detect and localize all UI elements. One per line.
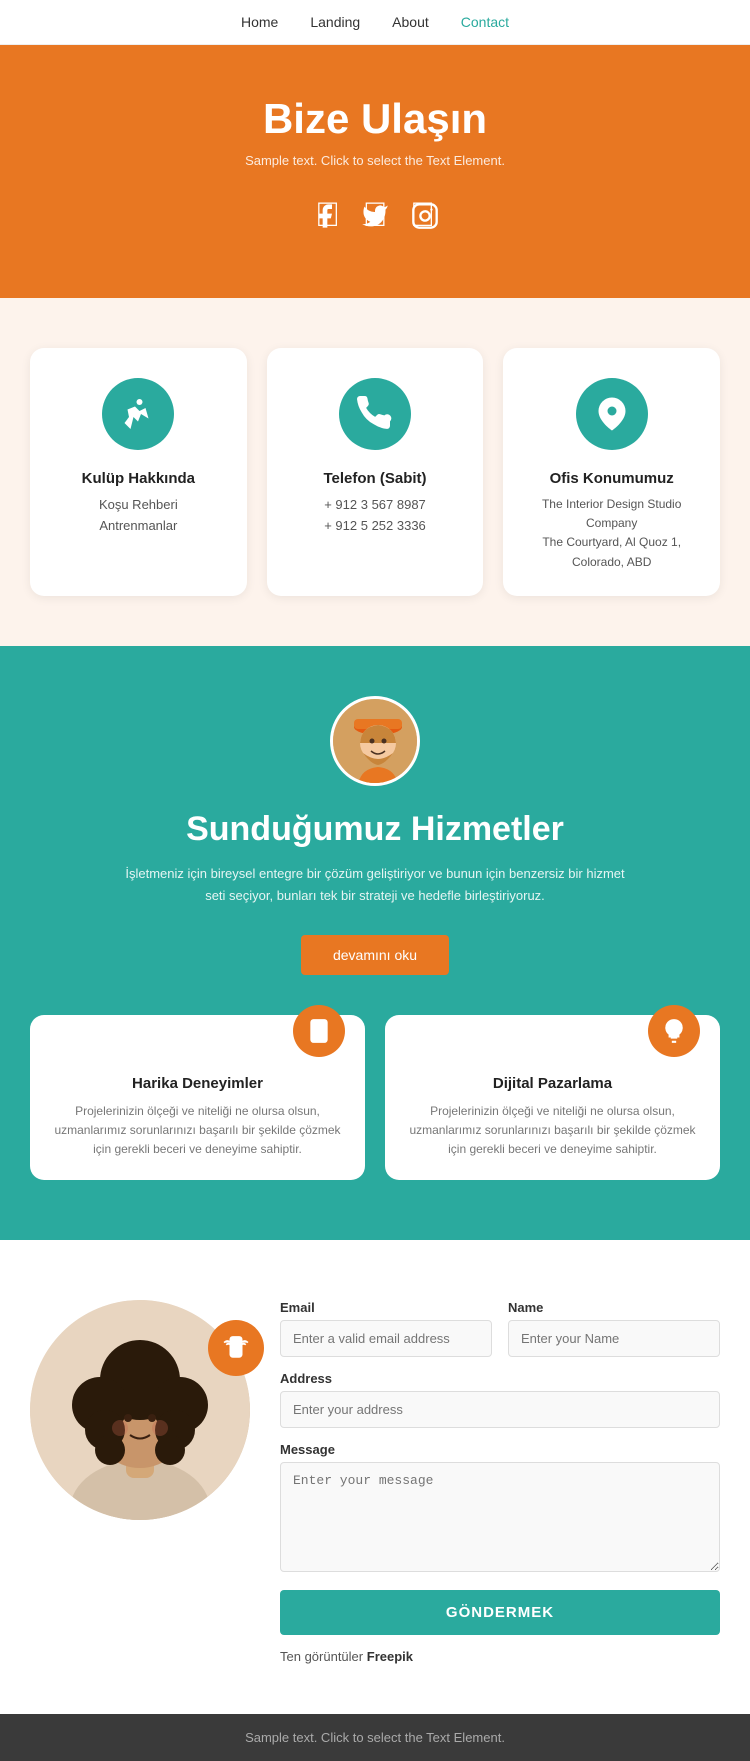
address-group: Address bbox=[280, 1371, 720, 1428]
nav-contact[interactable]: Contact bbox=[461, 14, 509, 30]
hero-section: Bize Ulaşın Sample text. Click to select… bbox=[0, 45, 750, 298]
message-group: Message bbox=[280, 1442, 720, 1572]
card-phone-line1: + 912 3 567 8987 bbox=[287, 495, 464, 516]
submit-button[interactable]: GÖNDERMEK bbox=[280, 1590, 720, 1635]
runner-icon-circle bbox=[102, 378, 174, 450]
card-club: Kulüp Hakkında Koşu Rehberi Antrenmanlar bbox=[30, 348, 247, 596]
services-avatar bbox=[330, 696, 420, 786]
card-club-title: Kulüp Hakkında bbox=[50, 470, 227, 487]
message-label: Message bbox=[280, 1442, 720, 1457]
phone-badge bbox=[208, 1320, 264, 1376]
service-card-2-title: Dijital Pazarlama bbox=[405, 1075, 700, 1092]
address-input[interactable] bbox=[280, 1391, 720, 1428]
card-location: Ofis Konumumuz The Interior Design Studi… bbox=[503, 348, 720, 596]
navbar: Home Landing About Contact bbox=[0, 0, 750, 45]
card-phone-title: Telefon (Sabit) bbox=[287, 470, 464, 487]
services-section: Sunduğumuz Hizmetler İşletmeniz için bir… bbox=[0, 646, 750, 1240]
phone-badge-icon bbox=[223, 1335, 249, 1361]
contact-left bbox=[30, 1300, 250, 1525]
hero-subtitle: Sample text. Click to select the Text El… bbox=[20, 153, 730, 168]
service-cards-row: Harika Deneyimler Projelerinizin ölçeği … bbox=[30, 1015, 720, 1180]
card-club-line2: Antrenmanlar bbox=[50, 516, 227, 537]
contact-cards-section: Kulüp Hakkında Koşu Rehberi Antrenmanlar… bbox=[0, 298, 750, 646]
phone-icon bbox=[357, 396, 393, 432]
contact-right: Email Name Address Message GÖNDERMEK Ten… bbox=[280, 1300, 720, 1664]
nav-landing[interactable]: Landing bbox=[310, 14, 360, 30]
footer: Sample text. Click to select the Text El… bbox=[0, 1714, 750, 1761]
card-phone: Telefon (Sabit) + 912 3 567 8987 + 912 5… bbox=[267, 348, 484, 596]
facebook-icon-svg[interactable] bbox=[311, 201, 339, 238]
person-avatar-svg bbox=[333, 699, 420, 786]
address-label: Address bbox=[280, 1371, 720, 1386]
footer-text: Sample text. Click to select the Text El… bbox=[20, 1730, 730, 1745]
card-location-text: The Interior Design Studio Company The C… bbox=[523, 495, 700, 572]
card-club-line1: Koşu Rehberi bbox=[50, 495, 227, 516]
services-title: Sunduğumuz Hizmetler bbox=[30, 810, 720, 849]
form-row-email-name: Email Name bbox=[280, 1300, 720, 1357]
nav-home[interactable]: Home bbox=[241, 14, 278, 30]
cards-row: Kulüp Hakkında Koşu Rehberi Antrenmanlar… bbox=[30, 348, 720, 596]
location-icon bbox=[594, 396, 630, 432]
instagram-icon-svg[interactable] bbox=[411, 201, 439, 238]
freepik-credit: Ten görüntüler Freepik bbox=[280, 1649, 720, 1664]
read-more-button[interactable]: devamını oku bbox=[301, 935, 449, 975]
twitter-icon-svg[interactable] bbox=[361, 201, 389, 238]
mobile-icon-badge bbox=[293, 1005, 345, 1057]
phone-icon-circle bbox=[339, 378, 411, 450]
card-phone-line2: + 912 5 252 3336 bbox=[287, 516, 464, 537]
service-card-1-title: Harika Deneyimler bbox=[50, 1075, 345, 1092]
service-card-2: Dijital Pazarlama Projelerinizin ölçeği … bbox=[385, 1015, 720, 1180]
bulb-icon-badge bbox=[648, 1005, 700, 1057]
service-card-1: Harika Deneyimler Projelerinizin ölçeği … bbox=[30, 1015, 365, 1180]
name-input[interactable] bbox=[508, 1320, 720, 1357]
runner-icon bbox=[120, 396, 156, 432]
services-subtitle: İşletmeniz için bireysel entegre bir çöz… bbox=[125, 863, 625, 907]
nav-about[interactable]: About bbox=[392, 14, 429, 30]
message-textarea[interactable] bbox=[280, 1462, 720, 1572]
email-input[interactable] bbox=[280, 1320, 492, 1357]
email-group: Email bbox=[280, 1300, 492, 1357]
location-icon-circle bbox=[576, 378, 648, 450]
service-card-1-desc: Projelerinizin ölçeği ve niteliği ne olu… bbox=[50, 1102, 345, 1160]
service-card-2-desc: Projelerinizin ölçeği ve niteliği ne olu… bbox=[405, 1102, 700, 1160]
name-group: Name bbox=[508, 1300, 720, 1357]
contact-form-section: Email Name Address Message GÖNDERMEK Ten… bbox=[0, 1240, 750, 1714]
hero-title: Bize Ulaşın bbox=[20, 95, 730, 143]
contact-inner: Email Name Address Message GÖNDERMEK Ten… bbox=[30, 1300, 720, 1664]
email-label: Email bbox=[280, 1300, 492, 1315]
mobile-icon bbox=[306, 1018, 332, 1044]
freepik-link[interactable]: Freepik bbox=[367, 1649, 413, 1664]
bulb-icon bbox=[661, 1018, 687, 1044]
card-location-title: Ofis Konumumuz bbox=[523, 470, 700, 487]
name-label: Name bbox=[508, 1300, 720, 1315]
